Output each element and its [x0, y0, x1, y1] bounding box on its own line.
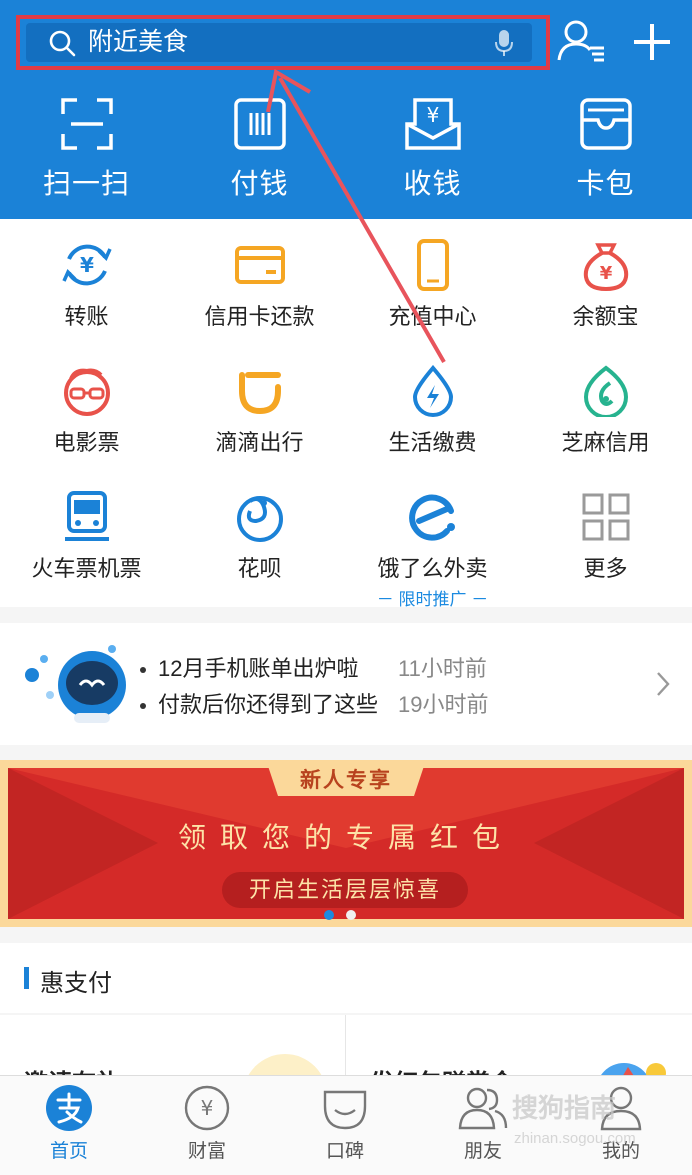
app-label: 转账 — [64, 304, 109, 329]
alipay-home-icon — [46, 1085, 92, 1131]
app-grid: ¥ 转账 信用卡还款 充值中心 ¥ 余额宝 电影票 滴滴出行 生活缴费 芝麻信用… — [0, 219, 692, 610]
tab-wealth[interactable]: ¥ 财富 — [138, 1084, 276, 1163]
plus-icon[interactable] — [626, 18, 678, 66]
page-dot — [346, 910, 356, 920]
quick-action-label: 卡包 — [576, 168, 635, 199]
app-label: 电影票 — [53, 430, 120, 455]
friends-icon — [458, 1087, 508, 1130]
watermark-url: zhinan.sogou.com — [514, 1130, 636, 1147]
utility-icon — [412, 365, 453, 417]
credit-card-icon — [234, 246, 285, 284]
eleme-icon — [408, 494, 455, 541]
app-label: 饿了么外卖 — [377, 556, 488, 581]
tab-koubei[interactable]: 口碑 — [276, 1084, 414, 1163]
huabei-icon — [236, 496, 283, 542]
svg-text:¥: ¥ — [426, 103, 439, 127]
sesame-credit-icon — [583, 365, 628, 417]
app-train[interactable]: 火车票机票 — [0, 491, 173, 583]
wealth-icon: ¥ — [184, 1085, 230, 1131]
bullet-dot — [140, 703, 146, 710]
app-label: 充值中心 — [388, 304, 477, 329]
app-label: 生活缴费 — [388, 430, 477, 455]
section-accent-bar — [24, 967, 29, 989]
quick-action-collect[interactable]: ¥ 收钱 — [346, 98, 519, 202]
movie-icon — [63, 368, 110, 416]
banner-title: 领取您的专属红包 — [177, 822, 514, 853]
money-bag-icon: ¥ — [583, 243, 628, 291]
hui-section-header: 惠支付 — [0, 943, 692, 1013]
collect-money-icon: ¥ — [404, 98, 461, 150]
chevron-right-icon[interactable] — [656, 671, 670, 697]
barcode-icon — [233, 98, 286, 150]
quick-action-label: 付钱 — [230, 168, 289, 199]
quick-action-cards[interactable]: 卡包 — [519, 98, 692, 202]
section-title: 惠支付 — [40, 970, 112, 997]
contacts-icon[interactable] — [556, 18, 608, 66]
notice-text: 付款后你还得到了这些 — [158, 692, 379, 717]
svg-text:¥: ¥ — [201, 1096, 214, 1120]
promo-sublabel: － 限时推广 － — [376, 590, 489, 609]
didi-icon — [238, 372, 281, 415]
top-header: 附近美食 扫一扫 付钱 ¥ 收钱 卡包 — [0, 0, 692, 219]
app-movie[interactable]: 电影票 — [0, 365, 173, 457]
train-icon — [64, 491, 109, 541]
tab-label: 首页 — [49, 1141, 88, 1162]
app-transfer[interactable]: ¥ 转账 — [0, 239, 173, 331]
tab-home[interactable]: 首页 — [0, 1084, 138, 1163]
app-label: 信用卡还款 — [204, 304, 315, 329]
search-highlight-box: 附近美食 — [16, 15, 550, 70]
red-envelope-illustration — [601, 1063, 666, 1075]
app-utility[interactable]: 生活缴费 — [346, 365, 519, 457]
app-didi[interactable]: 滴滴出行 — [173, 365, 346, 457]
svg-text:¥: ¥ — [599, 263, 612, 284]
transfer-icon: ¥ — [61, 244, 112, 286]
banner-tag: 新人专享 — [300, 769, 392, 792]
search-icon — [49, 30, 76, 57]
tab-label: 财富 — [187, 1141, 226, 1162]
notice-card[interactable]: 12月手机账单出炉啦 11小时前 付款后你还得到了这些 19小时前 — [0, 623, 692, 745]
app-sesame[interactable]: 芝麻信用 — [519, 365, 692, 457]
more-grid-icon — [582, 493, 629, 541]
koubei-icon — [323, 1090, 367, 1130]
app-yuebao[interactable]: ¥ 余额宝 — [519, 239, 692, 331]
gift-illustration — [248, 1054, 322, 1075]
notice-item[interactable]: 12月手机账单出炉啦 — [140, 651, 358, 683]
hui-card-title[interactable]: 邀请有礼 — [24, 1063, 120, 1075]
page-dot-active — [324, 910, 334, 920]
app-more[interactable]: 更多 — [519, 491, 692, 583]
app-label: 火车票机票 — [31, 556, 142, 581]
hui-card-title[interactable]: 发红包赚赏金 — [370, 1063, 514, 1075]
app-credit-card[interactable]: 信用卡还款 — [173, 239, 346, 331]
banner-subtitle: 开启生活层层惊喜 — [248, 877, 441, 902]
notice-text: 12月手机账单出炉啦 — [158, 656, 359, 681]
app-label: 花呗 — [237, 556, 282, 581]
app-eleme[interactable]: 饿了么外卖 － 限时推广 － — [346, 491, 519, 610]
card-divider — [345, 1015, 346, 1075]
quick-action-label: 收钱 — [403, 168, 462, 199]
hui-cards: 邀请有礼 发红包赚赏金 — [0, 1015, 692, 1075]
quick-action-scan[interactable]: 扫一扫 — [0, 98, 173, 202]
quick-action-pay[interactable]: 付钱 — [173, 98, 346, 202]
search-bar[interactable]: 附近美食 — [26, 23, 532, 62]
watermark: 搜狗指南 — [512, 1093, 617, 1123]
quick-action-label: 扫一扫 — [42, 168, 130, 199]
app-label: 芝麻信用 — [561, 430, 650, 455]
svg-text:¥: ¥ — [80, 253, 94, 277]
search-placeholder: 附近美食 — [88, 28, 189, 56]
app-recharge[interactable]: 充值中心 — [346, 239, 519, 331]
tab-label: 口碑 — [325, 1141, 364, 1162]
notice-time: 11小时前 — [398, 656, 487, 681]
robot-assistant-icon — [25, 645, 126, 723]
bullet-dot — [140, 667, 146, 674]
app-label: 余额宝 — [572, 304, 639, 329]
app-huabei[interactable]: 花呗 — [173, 491, 346, 583]
scan-icon — [60, 98, 113, 150]
card-wallet-icon — [579, 98, 632, 150]
notice-time: 19小时前 — [398, 692, 489, 717]
microphone-icon[interactable] — [494, 29, 514, 57]
app-label: 更多 — [583, 556, 628, 581]
notice-item[interactable]: 付款后你还得到了这些 — [140, 687, 378, 719]
app-label: 滴滴出行 — [215, 430, 304, 455]
phone-recharge-icon — [416, 239, 449, 291]
